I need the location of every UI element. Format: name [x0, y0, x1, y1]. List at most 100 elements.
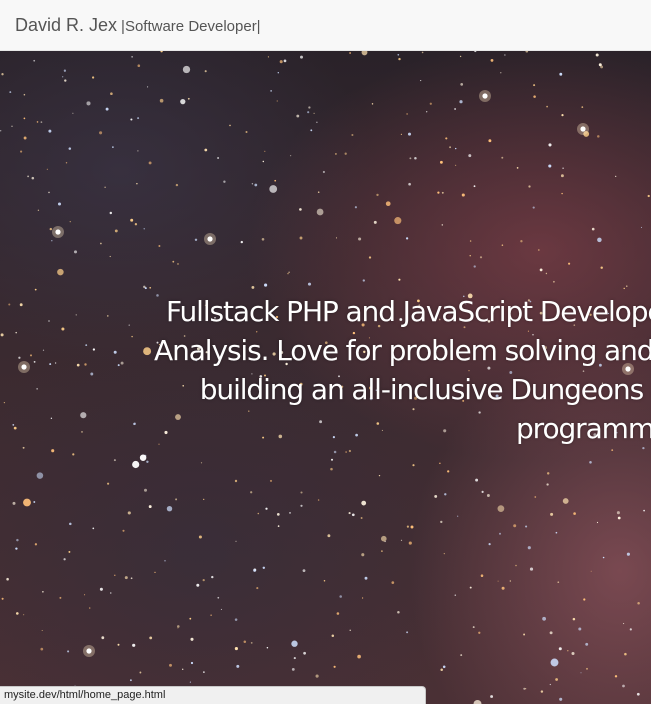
star [308, 106, 311, 109]
bright-star [207, 236, 213, 242]
star [478, 631, 481, 634]
star [310, 129, 313, 132]
star [127, 511, 131, 515]
star [545, 272, 548, 275]
star [23, 614, 25, 616]
star [524, 688, 527, 690]
star [114, 229, 118, 233]
star [296, 114, 300, 118]
star [251, 285, 255, 289]
star [509, 580, 511, 582]
star [460, 83, 464, 86]
star [160, 51, 163, 53]
star [72, 112, 74, 114]
star [137, 150, 139, 152]
star [440, 520, 443, 524]
star [546, 483, 549, 486]
star [31, 176, 35, 180]
star [600, 65, 604, 69]
star [204, 70, 207, 73]
star [504, 54, 506, 56]
star [316, 121, 318, 123]
star [299, 236, 303, 240]
star [36, 472, 44, 479]
star [333, 450, 337, 454]
star [421, 51, 424, 54]
star [253, 569, 256, 572]
star [177, 263, 179, 265]
star [34, 288, 37, 291]
star [299, 208, 302, 211]
star [137, 117, 140, 120]
star [420, 80, 422, 82]
star [559, 697, 563, 701]
star [194, 238, 198, 242]
star [460, 654, 463, 657]
star [602, 556, 605, 559]
star [169, 663, 172, 667]
star [220, 608, 222, 610]
star [15, 547, 18, 550]
star [229, 124, 231, 127]
star [335, 237, 338, 239]
star [540, 690, 544, 693]
star [623, 287, 625, 290]
star [0, 130, 2, 132]
star [459, 100, 463, 104]
star [597, 135, 600, 138]
star [441, 224, 444, 226]
star [412, 464, 415, 467]
headline-line: building an all-inclusive Dungeons and [199, 372, 651, 406]
star [22, 446, 25, 449]
star [1, 597, 4, 600]
star [276, 100, 278, 102]
star [68, 147, 72, 150]
star [349, 52, 351, 54]
star [591, 227, 595, 231]
star [474, 51, 477, 53]
star [3, 401, 6, 404]
star [394, 217, 402, 225]
headline-line: programm [516, 411, 651, 445]
star [323, 579, 326, 582]
star [398, 57, 401, 61]
star [557, 581, 560, 584]
star [132, 460, 140, 469]
star [189, 617, 192, 620]
star [148, 161, 152, 165]
star [276, 513, 280, 516]
star [529, 567, 534, 571]
star [364, 576, 368, 580]
star [362, 279, 365, 282]
star [1, 73, 4, 76]
star [277, 525, 280, 527]
star [15, 331, 17, 334]
brand-link[interactable]: David R. Jex |Software Developer| [15, 15, 261, 36]
star [473, 265, 476, 268]
star [198, 535, 202, 539]
star [254, 183, 258, 187]
star [23, 498, 31, 507]
star [578, 627, 582, 631]
star [408, 182, 411, 186]
star [68, 550, 71, 553]
star [217, 156, 220, 160]
star [130, 577, 133, 580]
star [623, 623, 625, 625]
star [16, 538, 19, 542]
star [264, 283, 268, 287]
star [361, 51, 368, 56]
star [513, 524, 517, 528]
star [398, 278, 401, 281]
star [303, 651, 306, 655]
star [469, 240, 472, 242]
star [440, 668, 443, 671]
star [643, 509, 645, 512]
star [647, 194, 650, 198]
star [472, 626, 475, 629]
star [626, 285, 628, 287]
star [257, 512, 260, 515]
star [585, 642, 589, 646]
star [33, 501, 36, 503]
star [69, 522, 72, 526]
